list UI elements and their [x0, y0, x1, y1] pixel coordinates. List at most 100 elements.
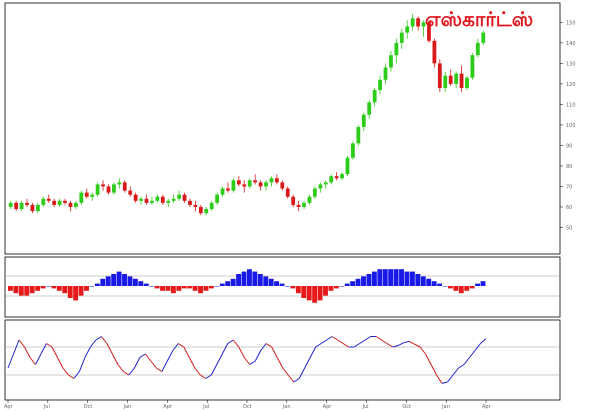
histogram-bar: [279, 283, 285, 286]
histogram-bar: [29, 286, 35, 294]
histogram-bar: [18, 286, 24, 296]
histogram-bar: [290, 286, 296, 289]
candle-body: [236, 180, 241, 185]
chart-title: எஸ்கார்ட்ஸ்: [425, 7, 533, 31]
histogram-bar: [89, 286, 95, 287]
histogram-bar: [464, 286, 470, 291]
histogram-bar: [127, 276, 133, 286]
oscillator-panel-frame: [4, 319, 561, 401]
candle-body: [90, 194, 95, 197]
time-tick-label: Oct: [402, 404, 411, 410]
price-tick-label: 130: [566, 61, 576, 67]
candle-body: [242, 184, 247, 187]
time-tick-label: Jul: [362, 404, 369, 410]
histogram-bar: [442, 286, 448, 287]
histogram-bar: [301, 286, 307, 298]
candle-body: [416, 18, 421, 27]
price-tick-label: 120: [566, 82, 576, 88]
candle-body: [30, 204, 35, 212]
price-tick-label: 150: [566, 20, 576, 26]
histogram-bar: [426, 278, 432, 286]
histogram-bar: [268, 278, 274, 286]
candle-body: [269, 178, 274, 183]
time-tick-label: Jul: [202, 404, 209, 410]
candle-body: [405, 26, 410, 33]
histogram-bar: [263, 276, 269, 286]
histogram-bar: [214, 286, 220, 287]
time-tick-label: Apr: [163, 404, 173, 410]
price-tick-label: 70: [566, 184, 572, 190]
candle-body: [128, 190, 133, 195]
candle-body: [307, 196, 312, 203]
histogram-bar: [170, 286, 176, 294]
histogram-bar: [350, 281, 356, 286]
candle-body: [84, 192, 89, 197]
candle-body: [372, 90, 377, 103]
candle-body: [448, 75, 453, 84]
histogram-bar: [257, 274, 263, 286]
candle-body: [421, 22, 426, 27]
candle-body: [79, 192, 84, 203]
histogram-bar: [51, 286, 57, 289]
time-tick-label: Apr: [323, 404, 333, 410]
histogram-bar: [393, 269, 399, 286]
candle-body: [475, 42, 480, 56]
candle-body: [410, 18, 415, 27]
histogram-bar: [219, 283, 225, 286]
histogram-bar: [285, 286, 290, 287]
time-tick-label: Oct: [243, 404, 252, 410]
histogram-bar: [35, 286, 41, 291]
price-tick-label: 80: [566, 164, 572, 170]
histogram-bar: [67, 286, 73, 298]
candle-body: [367, 102, 372, 115]
histogram-bar: [208, 286, 214, 289]
chart: எஸ்கார்ட்ஸ் 50 60 70 80 90 100 110 120 130 140 150…: [4, 2, 576, 410]
histogram-bar: [241, 271, 247, 286]
candle-body: [481, 32, 486, 43]
candle-body: [302, 202, 306, 207]
histogram-bar: [377, 269, 383, 286]
candle-body: [432, 40, 437, 64]
candle-body: [117, 182, 122, 185]
histogram-bar: [306, 286, 312, 301]
histogram-bar: [198, 286, 204, 294]
price-tick-label: 90: [566, 143, 572, 149]
candle-body: [46, 198, 51, 201]
candle-body: [356, 126, 361, 144]
histogram-bar: [252, 271, 258, 286]
candle-body: [73, 202, 78, 207]
candle-body: [427, 22, 431, 41]
candle-body: [470, 55, 475, 78]
histogram-bar: [203, 286, 209, 291]
histogram-bar: [469, 286, 475, 289]
histogram-bar: [388, 269, 394, 286]
histogram-bar: [13, 286, 19, 294]
histogram-bar: [437, 283, 443, 286]
candle-body: [285, 188, 290, 197]
candle-body: [378, 79, 382, 91]
histogram-bar: [40, 286, 46, 289]
histogram-bar: [236, 274, 242, 286]
histogram-bar: [111, 274, 117, 286]
histogram-bar: [165, 286, 171, 291]
histogram-bar: [399, 269, 404, 286]
candle-body: [258, 182, 263, 187]
histogram-bar: [24, 286, 30, 296]
candle-body: [340, 174, 344, 179]
candle-body: [226, 188, 230, 191]
histogram-bar: [143, 283, 149, 286]
candle-body: [394, 42, 399, 56]
price-tick-label: 50: [566, 225, 572, 231]
candle-body: [274, 178, 279, 183]
candle-body: [160, 196, 165, 203]
time-tick-label: Oct: [84, 404, 93, 410]
price-panel-frame: [4, 2, 561, 255]
time-axis: Apr Jul Oct Jan Apr Jul Oct Jan Apr Jul Oct Jan Apr: [4, 400, 492, 410]
price-tick-label: 60: [566, 205, 572, 211]
histogram-bar: [447, 286, 453, 289]
time-tick-label: Apr: [482, 404, 492, 410]
candle-body: [133, 194, 138, 201]
histogram-bar: [56, 286, 62, 291]
histogram-bar: [361, 276, 366, 286]
histogram-bar: [230, 278, 236, 286]
